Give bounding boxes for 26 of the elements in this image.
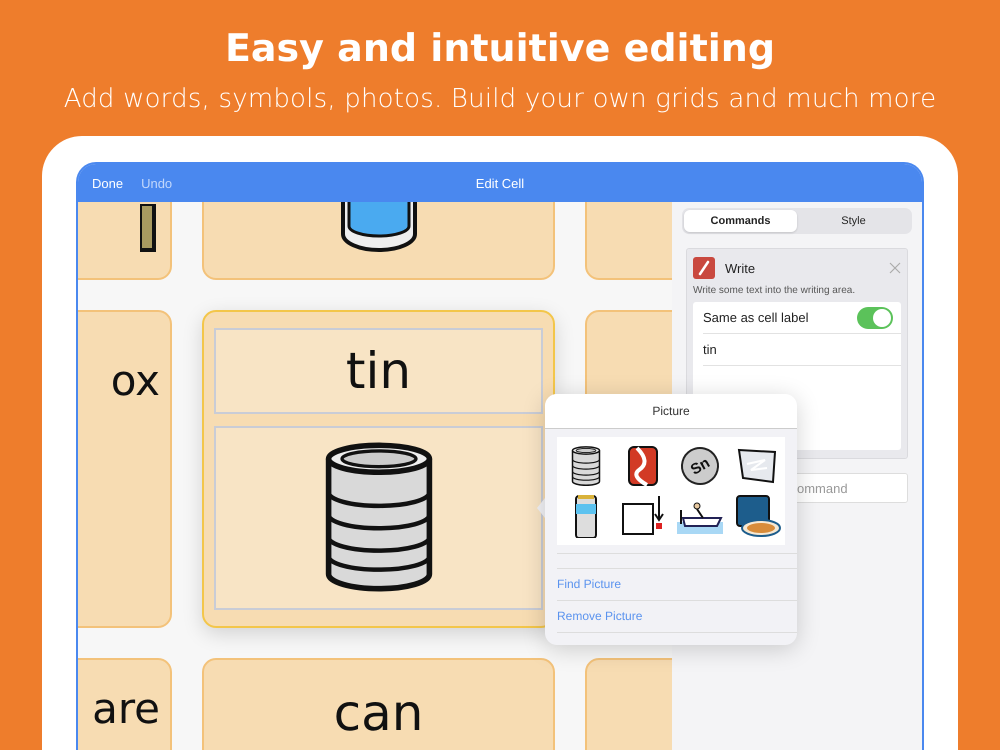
square-arrow-icon	[620, 496, 664, 536]
quill-icon	[693, 257, 715, 279]
command-title: Write	[725, 260, 756, 276]
soda-can-icon	[626, 444, 658, 488]
close-icon[interactable]	[889, 262, 901, 274]
grid-cell[interactable]: can	[202, 658, 555, 750]
subheadline: Add words, symbols, photos. Build your own grids and much more	[64, 84, 936, 114]
segment-tab[interactable]: Commands	[684, 210, 797, 232]
cell-label: are	[91, 686, 160, 732]
segment-tab[interactable]: Style	[797, 210, 910, 232]
cell-label: ox	[110, 358, 160, 404]
toggle-switch[interactable]	[857, 306, 893, 328]
cell-label: can	[332, 686, 424, 741]
cell-label-field[interactable]: tin	[214, 328, 543, 414]
tin-can-icon	[570, 446, 600, 486]
cell-picture-area[interactable]	[214, 426, 543, 610]
headline: Easy and intuitive editing	[224, 26, 776, 70]
text-field[interactable]: tin	[703, 334, 901, 366]
drink-can-icon	[574, 494, 598, 538]
grid-cell[interactable]: ox	[78, 310, 172, 628]
popover-title: Picture	[545, 394, 797, 429]
toggle-label: Same as cell label	[703, 310, 808, 325]
grid-cell[interactable]: are	[78, 658, 172, 750]
command-description: Write some text into the writing area.	[693, 285, 856, 296]
selected-grid-cell[interactable]: tin	[202, 310, 555, 628]
nav-title: Edit Cell	[476, 176, 524, 190]
